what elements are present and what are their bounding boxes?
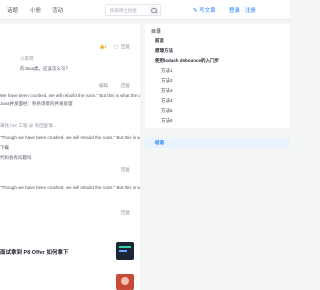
reply-button[interactable]: 回复 <box>121 44 130 50</box>
reply-button-4[interactable]: 回复 <box>121 210 130 216</box>
like-count: 1 <box>104 44 107 49</box>
comment-line-5: 下载 <box>0 145 9 150</box>
toc-item-method-5[interactable]: 方法5 <box>161 108 173 114</box>
toc-item-method-2[interactable]: 方法2 <box>161 78 173 84</box>
reply-icon[interactable]: ▢ <box>114 44 118 50</box>
reply-button-2[interactable]: 回复 <box>121 83 130 89</box>
article-title-1[interactable]: 面试拿到 P8 Offer 如何拿下 <box>0 248 68 256</box>
search-icon[interactable] <box>149 6 158 15</box>
article-thumbnail-1[interactable] <box>116 242 134 260</box>
reply-button-3[interactable]: 回复 <box>121 167 130 173</box>
toc-active-highlight <box>145 138 290 148</box>
nav-topics[interactable]: 话题 <box>7 6 18 14</box>
table-of-contents: 目录 前言 原理方法 使用lodash debounce的入门步 方法1 方法2… <box>145 24 290 148</box>
write-article-button[interactable]: ✎ 写文章 <box>193 6 216 14</box>
comment-line-4: 代码会有问题吗 <box>0 155 32 160</box>
write-article-label: 写文章 <box>199 8 216 14</box>
login-register-button[interactable]: 登录 · 注册 <box>229 6 256 14</box>
comment-line-2: Java并发面经：秒杀场景的并发处理 <box>0 101 73 106</box>
toc-item-principle[interactable]: 原理方法 <box>155 48 173 54</box>
top-navigation-bar: 话题 小册 活动 探索稀土掘金 ✎ 写文章 登录 · 注册 <box>0 0 290 20</box>
article-thumbnail-2[interactable] <box>116 274 134 290</box>
comment-english-2: "Though we have been crushed, we will re… <box>0 135 140 140</box>
search-input[interactable]: 探索稀土掘金 <box>105 4 161 16</box>
comment-author[interactable]: 小黑哥 <box>20 56 34 62</box>
comment-english-3: "Though we have been crushed, we will re… <box>0 185 140 190</box>
toc-item-method-4[interactable]: 方法4 <box>161 98 173 104</box>
toc-item-lodash[interactable]: 使用lodash debounce的入门步 <box>155 58 219 64</box>
toc-title: 目录 <box>151 29 162 35</box>
toc-item-preface[interactable]: 前言 <box>155 38 164 44</box>
comment-edit[interactable]: 编辑 <box>99 83 108 89</box>
related-articles: 面试拿到 P8 Offer 如何拿下 <box>0 240 140 290</box>
toc-item-method-6[interactable]: 方法6 <box>161 118 173 124</box>
toc-item-conclusion[interactable]: 结语 <box>155 140 164 146</box>
toc-item-method-1[interactable]: 方法1 <box>161 68 173 74</box>
nav-events[interactable]: 活动 <box>52 6 63 14</box>
comment-english: We have been crushed, we will rebuild th… <box>0 93 140 98</box>
comment-link[interactable]: 来找 hsc 工程 @ 有回复请... <box>0 123 56 129</box>
toc-item-method-3[interactable]: 方法3 <box>161 88 173 94</box>
comments-panel: 小黑哥 👍 1 ▢ 回复 的Java类，应该怎么写？ 编辑 回复 We have… <box>0 24 140 246</box>
comment-line-3: 的Java类，应该怎么写？ <box>20 66 71 71</box>
search-placeholder: 探索稀土掘金 <box>110 8 137 13</box>
nav-booklets[interactable]: 小册 <box>30 6 41 14</box>
